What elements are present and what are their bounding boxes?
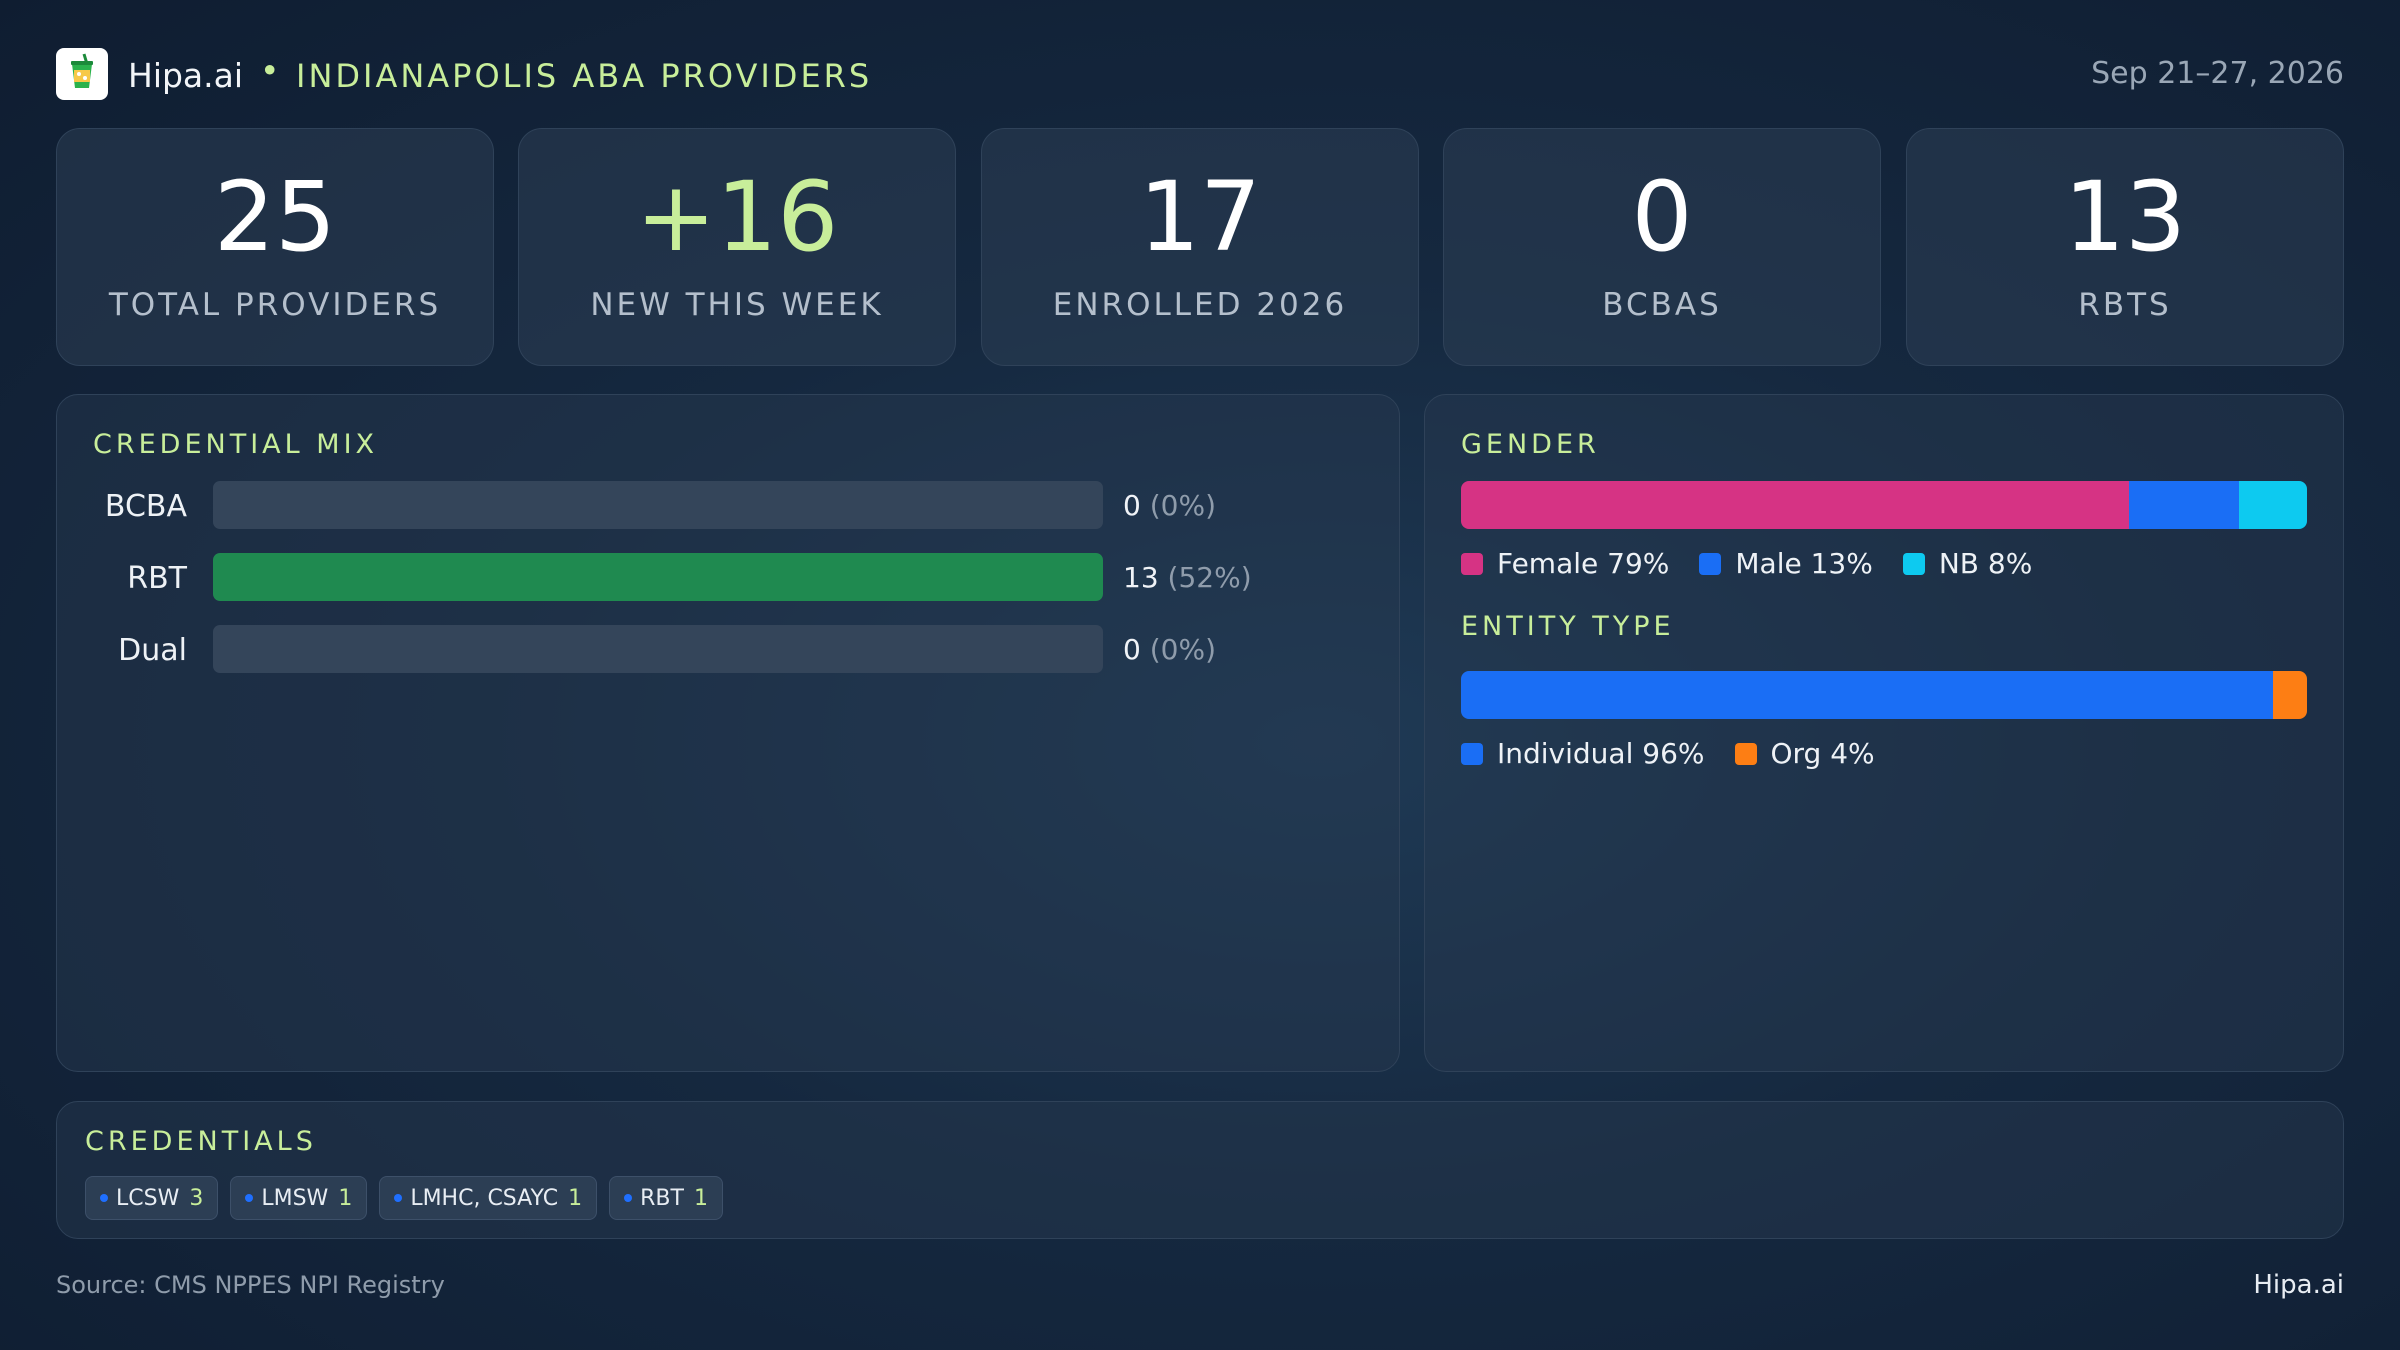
- data-source-note: Source: CMS NPPES NPI Registry: [56, 1271, 445, 1299]
- credential-bar: [213, 553, 1103, 601]
- dot-icon: [100, 1194, 108, 1202]
- entity-type-title: ENTITY TYPE: [1461, 611, 1675, 642]
- stats-row: 25 TOTAL PROVIDERS +16 NEW THIS WEEK 17 …: [56, 128, 2344, 366]
- gender-legend-item: Male 13%: [1699, 547, 1873, 580]
- stat-label: NEW THIS WEEK: [590, 287, 884, 323]
- credential-count: 13: [1123, 561, 1159, 594]
- credential-percent: (52%): [1167, 561, 1252, 594]
- dot-icon: [624, 1194, 633, 1202]
- stat-label: RBTS: [2078, 287, 2172, 323]
- header: Hipa.ai • INDIANAPOLIS ABA PROVIDERS Sep…: [56, 48, 2344, 100]
- credential-mix-panel: CREDENTIAL MIX BCBA 0 (0%) RBT 13 (52%) …: [56, 394, 1400, 1072]
- credential-percent: (0%): [1149, 489, 1217, 522]
- stat-label: TOTAL PROVIDERS: [108, 287, 442, 323]
- entity-type-legend-item: Individual 96%: [1461, 737, 1705, 770]
- entity-type-legend-item: Org 4%: [1734, 737, 1875, 770]
- legend-label: Female 79%: [1497, 547, 1670, 580]
- stat-value: +16: [635, 161, 839, 273]
- stat-value: 13: [2063, 161, 2187, 273]
- cocktail-glass-icon: [56, 48, 108, 100]
- credential-row-value: 0 (0%): [1123, 489, 1216, 522]
- credential-row-value: 0 (0%): [1123, 633, 1216, 666]
- date-range: Sep 21–27, 2026: [2091, 56, 2344, 91]
- credential-row-label: BCBA: [104, 489, 187, 524]
- gender-segment: [2239, 481, 2307, 529]
- gender-legend: Female 79% Male 13% NB 8%: [1461, 547, 2062, 580]
- legend-swatch: [1461, 742, 1483, 765]
- gender-segment: [1461, 481, 2130, 529]
- credential-chip[interactable]: RBT 1: [609, 1176, 723, 1220]
- title-separator: •: [260, 51, 280, 90]
- legend-swatch: [1902, 552, 1925, 575]
- chip-label: RBT: [640, 1185, 684, 1211]
- gender-segment: [2129, 481, 2240, 529]
- gender-legend-item: Female 79%: [1461, 547, 1669, 580]
- dot-icon: [394, 1194, 403, 1202]
- credential-chip[interactable]: LCSW 3: [85, 1176, 219, 1220]
- credential-bar-track: [213, 481, 1103, 529]
- panel-title: CREDENTIAL MIX: [93, 429, 379, 460]
- stat-card-total-providers: 25 TOTAL PROVIDERS: [56, 128, 494, 366]
- credential-bar-track: [213, 553, 1103, 601]
- gender-title: GENDER: [1461, 429, 1600, 460]
- credential-row-rbt: RBT 13 (52%): [57, 553, 1357, 601]
- credential-row-label: Dual: [118, 633, 187, 668]
- credential-bar-track: [213, 625, 1103, 673]
- legend-label: Male 13%: [1735, 547, 1873, 580]
- stat-value: 0: [1631, 161, 1693, 273]
- legend-swatch: [1461, 552, 1483, 575]
- stat-value: 25: [213, 161, 337, 273]
- chip-count: 3: [189, 1185, 204, 1211]
- entity-type-segment: [2273, 671, 2307, 719]
- page-title: INDIANAPOLIS ABA PROVIDERS: [296, 57, 873, 95]
- footer-brand: Hipa.ai: [2253, 1270, 2344, 1300]
- chip-label: LCSW: [116, 1185, 180, 1211]
- legend-swatch: [1734, 742, 1757, 765]
- credential-row-bcba: BCBA 0 (0%): [57, 481, 1357, 529]
- stat-card-rbts: 13 RBTS: [1906, 128, 2344, 366]
- stat-card-bcbas: 0 BCBAS: [1443, 128, 1881, 366]
- credential-chip[interactable]: LMHC, CSAYC 1: [379, 1176, 598, 1220]
- credential-chip[interactable]: LMSW 1: [230, 1176, 368, 1220]
- chip-label: LMHC, CSAYC: [410, 1185, 559, 1211]
- demographics-panel: GENDER Female 79% Male 13% NB 8% ENTITY TY…: [1424, 394, 2344, 1072]
- credential-percent: (0%): [1149, 633, 1217, 666]
- entity-type-segment: [1461, 671, 2274, 719]
- stat-card-new-this-week: +16 NEW THIS WEEK: [518, 128, 956, 366]
- entity-type-legend: Individual 96% Org 4%: [1461, 737, 1905, 770]
- panel-title: CREDENTIALS: [85, 1126, 317, 1157]
- brand-name: Hipa.ai: [128, 56, 244, 95]
- credential-row-dual: Dual 0 (0%): [57, 625, 1357, 673]
- stat-label: BCBAS: [1602, 287, 1722, 323]
- credential-count: 0: [1123, 633, 1141, 666]
- credentials-panel: CREDENTIALS LCSW 3 LMSW 1 LMHC, CSAYC 1 …: [56, 1101, 2344, 1239]
- gender-legend-item: NB 8%: [1902, 547, 2033, 580]
- credential-chips: LCSW 3 LMSW 1 LMHC, CSAYC 1 RBT 1: [85, 1176, 735, 1220]
- chip-count: 1: [693, 1185, 708, 1211]
- stat-value: 17: [1138, 161, 1262, 273]
- legend-label: NB 8%: [1938, 547, 2033, 580]
- stat-label: ENROLLED 2026: [1052, 287, 1348, 323]
- chip-count: 1: [568, 1185, 583, 1211]
- credential-row-value: 13 (52%): [1123, 561, 1252, 594]
- stat-card-enrolled: 17 ENROLLED 2026: [981, 128, 1419, 366]
- chip-label: LMSW: [261, 1185, 329, 1211]
- credential-count: 0: [1123, 489, 1141, 522]
- dot-icon: [245, 1194, 254, 1202]
- legend-swatch: [1699, 552, 1722, 575]
- chip-count: 1: [338, 1185, 353, 1211]
- legend-label: Individual 96%: [1497, 737, 1705, 770]
- credential-row-label: RBT: [127, 561, 187, 596]
- legend-label: Org 4%: [1770, 737, 1875, 770]
- gender-stacked-bar: [1461, 481, 2307, 529]
- entity-type-stacked-bar: [1461, 671, 2307, 719]
